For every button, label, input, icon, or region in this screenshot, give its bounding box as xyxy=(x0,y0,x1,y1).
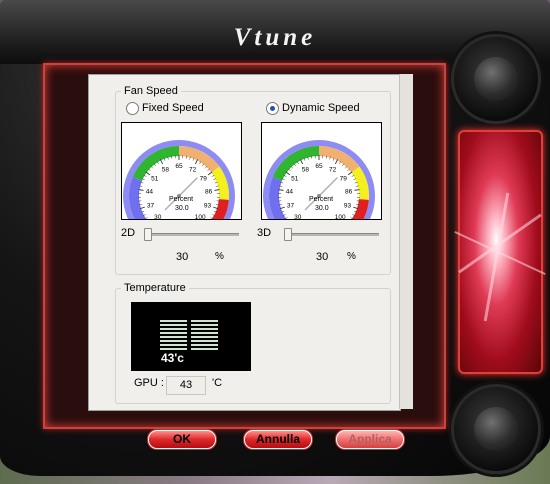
gauge-tick-label: 93 xyxy=(204,202,212,209)
temperature-bar xyxy=(191,348,218,350)
slider-2d-value: 30 xyxy=(176,251,189,263)
gauge-tick-label: 58 xyxy=(162,166,170,173)
temperature-display-value: 43'c xyxy=(161,351,184,365)
temperature-bar xyxy=(191,328,218,330)
fan-gauge-3d: 30 37 44 51 58 65 72 79 86 93 100 Percent 30.0 xyxy=(261,122,382,236)
gauge-tick-label: 37 xyxy=(287,202,295,209)
gpu-temperature-field: 43 xyxy=(166,376,206,395)
fixed-speed-label[interactable]: Fixed Speed xyxy=(142,102,204,114)
slider-3d-track[interactable] xyxy=(285,233,379,236)
gauge-tick-label: 72 xyxy=(189,166,197,173)
cancel-button[interactable]: Annulla xyxy=(244,430,312,449)
gauge-tick-label: 30 xyxy=(154,214,162,219)
slider-2d-unit: % xyxy=(215,251,224,262)
temperature-bar xyxy=(191,340,218,342)
gauge-tick-label: 86 xyxy=(205,188,213,195)
vtune-window: Vtune Fan Speed Fixed Speed Dynamic Spee… xyxy=(0,0,550,476)
gauge-tick-label: 30 xyxy=(294,214,302,219)
gpu-label: GPU : xyxy=(134,377,164,389)
fixed-speed-radio[interactable] xyxy=(126,102,139,115)
temperature-bar xyxy=(160,344,187,346)
gauge-tick-label: 37 xyxy=(147,202,155,209)
slider-3d-thumb[interactable] xyxy=(284,228,292,241)
gauge-tick xyxy=(334,159,339,165)
temperature-group-label: Temperature xyxy=(121,282,189,294)
gauge-caption: Percent xyxy=(169,196,194,203)
light-panel xyxy=(454,130,546,374)
gpu-unit: 'C xyxy=(212,377,223,389)
gauge-tick-label: 58 xyxy=(302,166,310,173)
speaker-top-icon xyxy=(451,34,541,124)
gauge-readout: 30.0 xyxy=(175,205,189,212)
speaker-bottom-icon xyxy=(451,384,541,474)
gauge-readout: 30.0 xyxy=(315,205,329,212)
temperature-display: 43'c xyxy=(131,302,251,371)
gauge-tick-label: 72 xyxy=(329,166,337,173)
fan-speed-group-label: Fan Speed xyxy=(121,85,181,97)
dynamic-speed-radio[interactable] xyxy=(266,102,279,115)
temperature-bar xyxy=(160,320,187,322)
temperature-bar xyxy=(160,348,187,350)
gauge-tick-label: 65 xyxy=(315,163,323,170)
slider-2d-thumb[interactable] xyxy=(144,228,152,241)
slider-2d-track[interactable] xyxy=(145,233,239,236)
panel-scrollbar[interactable] xyxy=(399,74,413,409)
temperature-bars xyxy=(160,320,218,354)
ok-button[interactable]: OK xyxy=(148,430,216,449)
temperature-bar xyxy=(191,336,218,338)
gauge-tick xyxy=(207,171,213,176)
settings-panel: Fan Speed Fixed Speed Dynamic Speed 30 37… xyxy=(88,74,401,411)
gauge-tick xyxy=(347,171,353,176)
apply-button[interactable]: Applica xyxy=(336,430,404,449)
gauge-color-band xyxy=(129,176,151,232)
slider-3d-label: 3D xyxy=(257,227,272,239)
fan-gauge-2d: 30 37 44 51 58 65 72 79 86 93 100 Percent 30.0 xyxy=(121,122,242,236)
gauge-tick xyxy=(285,171,291,176)
gauge-tick-label: 100 xyxy=(335,214,346,219)
temperature-bar xyxy=(160,328,187,330)
temperature-bar xyxy=(191,332,218,334)
gauge-tick-label: 100 xyxy=(195,214,206,219)
gauge-tick xyxy=(159,159,164,165)
gauge-tick-label: 93 xyxy=(344,202,352,209)
temperature-bar xyxy=(160,336,187,338)
gauge-caption: Percent xyxy=(309,196,334,203)
temperature-bar xyxy=(191,320,218,322)
temperature-bar xyxy=(160,324,187,326)
gauge-tick-label: 79 xyxy=(200,175,208,182)
gauge-tick xyxy=(145,171,151,176)
temperature-bar xyxy=(160,332,187,334)
dynamic-speed-label[interactable]: Dynamic Speed xyxy=(282,102,360,114)
temperature-bar xyxy=(191,344,218,346)
gauge-tick-label: 51 xyxy=(291,175,299,182)
gauge-tick-label: 44 xyxy=(146,188,154,195)
temperature-bar xyxy=(191,324,218,326)
temperature-bar xyxy=(160,340,187,342)
gauge-tick-label: 79 xyxy=(340,175,348,182)
gauge-tick xyxy=(194,159,199,165)
gauge-tick-label: 65 xyxy=(175,163,183,170)
gauge-tick-label: 44 xyxy=(286,188,294,195)
gauge-tick-label: 86 xyxy=(345,188,353,195)
slider-3d-value: 30 xyxy=(316,251,329,263)
gauge-tick-label: 51 xyxy=(151,175,159,182)
gauge-tick xyxy=(299,159,304,165)
slider-2d-label: 2D xyxy=(121,227,136,239)
slider-3d-unit: % xyxy=(347,251,356,262)
gauge-color-band xyxy=(269,176,291,232)
